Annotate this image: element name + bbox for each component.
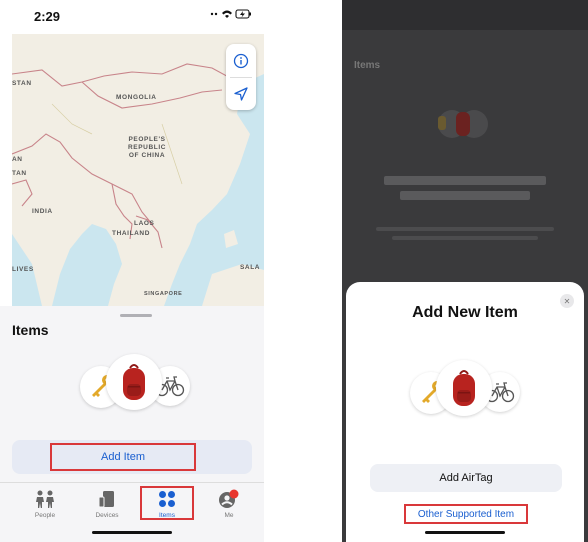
- tab-devices[interactable]: Devices: [82, 487, 132, 527]
- home-indicator: [425, 531, 505, 534]
- info-icon: [233, 53, 249, 68]
- tab-me-label: Me: [224, 512, 234, 519]
- devices-icon: [98, 491, 114, 508]
- items-sheet: Items Add Item People Devices Items Me: [0, 306, 264, 542]
- dimmed-heading: [370, 172, 560, 208]
- map-label-an: AN: [12, 156, 23, 163]
- map-label-laos: LAOS: [134, 220, 155, 227]
- map-label-china: PEOPLE'S REPUBLIC OF CHINA: [128, 136, 167, 159]
- other-supported-item-link[interactable]: Other Supported Item: [404, 504, 528, 524]
- map-controls: [226, 44, 256, 110]
- add-item-highlight[interactable]: Add Item: [50, 443, 196, 471]
- notification-badge: [229, 489, 239, 499]
- map-label-mongolia: MONGOLIA: [116, 94, 157, 101]
- map-label-lives: LIVES: [12, 266, 34, 273]
- map-view[interactable]: STAN MONGOLIA PEOPLE'S REPUBLIC OF CHINA…: [12, 34, 264, 306]
- map-label-sala: SALA: [240, 264, 261, 271]
- add-airtag-button[interactable]: Add AirTag: [370, 464, 562, 492]
- backpack-icon: [453, 370, 475, 406]
- me-icon: [219, 489, 239, 508]
- tab-me[interactable]: Me: [204, 487, 254, 527]
- dimmed-illustration: [418, 104, 508, 144]
- tab-people-label: People: [34, 512, 56, 519]
- map-label-singapore: SINGAPORE: [144, 291, 183, 297]
- items-illustration: [80, 354, 190, 418]
- add-new-item-modal: ✕ Add New Item Add AirTag Other Supporte…: [346, 282, 584, 542]
- tab-people[interactable]: People: [20, 487, 70, 527]
- backpack-bubble: [106, 354, 162, 410]
- location-button[interactable]: [226, 77, 256, 110]
- items-tab-highlight: [140, 486, 194, 520]
- status-icons: [208, 8, 252, 23]
- people-icon: [36, 490, 54, 508]
- other-supported-item-label: Other Supported Item: [417, 508, 515, 520]
- location-arrow-icon: [234, 86, 248, 101]
- background-title: Items: [354, 60, 381, 71]
- info-button[interactable]: [226, 44, 256, 77]
- sheet-grabber[interactable]: [120, 314, 152, 317]
- left-phone-screen: 2:29 STAN MONGOLIA PEOPLE'S REPUBLIC OF …: [0, 0, 264, 542]
- add-airtag-label: Add AirTag: [439, 472, 493, 484]
- map-label-tan: TAN: [12, 170, 27, 177]
- backpack-icon: [123, 364, 145, 400]
- modal-title: Add New Item: [412, 304, 518, 321]
- add-item-label: Add Item: [100, 451, 146, 463]
- right-phone-screen: Items ✕ Add New Item Add AirTag Other Su…: [342, 0, 588, 542]
- map-label-india: INDIA: [32, 208, 53, 215]
- map-label-stan: STAN: [12, 80, 32, 87]
- map-label-thailand: THAILAND: [112, 230, 151, 237]
- sheet-title: Items: [12, 322, 49, 338]
- dimmed-description: [370, 224, 560, 254]
- status-time: 2:29: [34, 9, 61, 24]
- tab-devices-label: Devices: [95, 512, 119, 519]
- home-indicator: [92, 531, 172, 534]
- modal-items-illustration: [410, 360, 520, 424]
- status-bar: 2:29: [0, 0, 264, 34]
- modal-backpack-bubble: [436, 360, 492, 416]
